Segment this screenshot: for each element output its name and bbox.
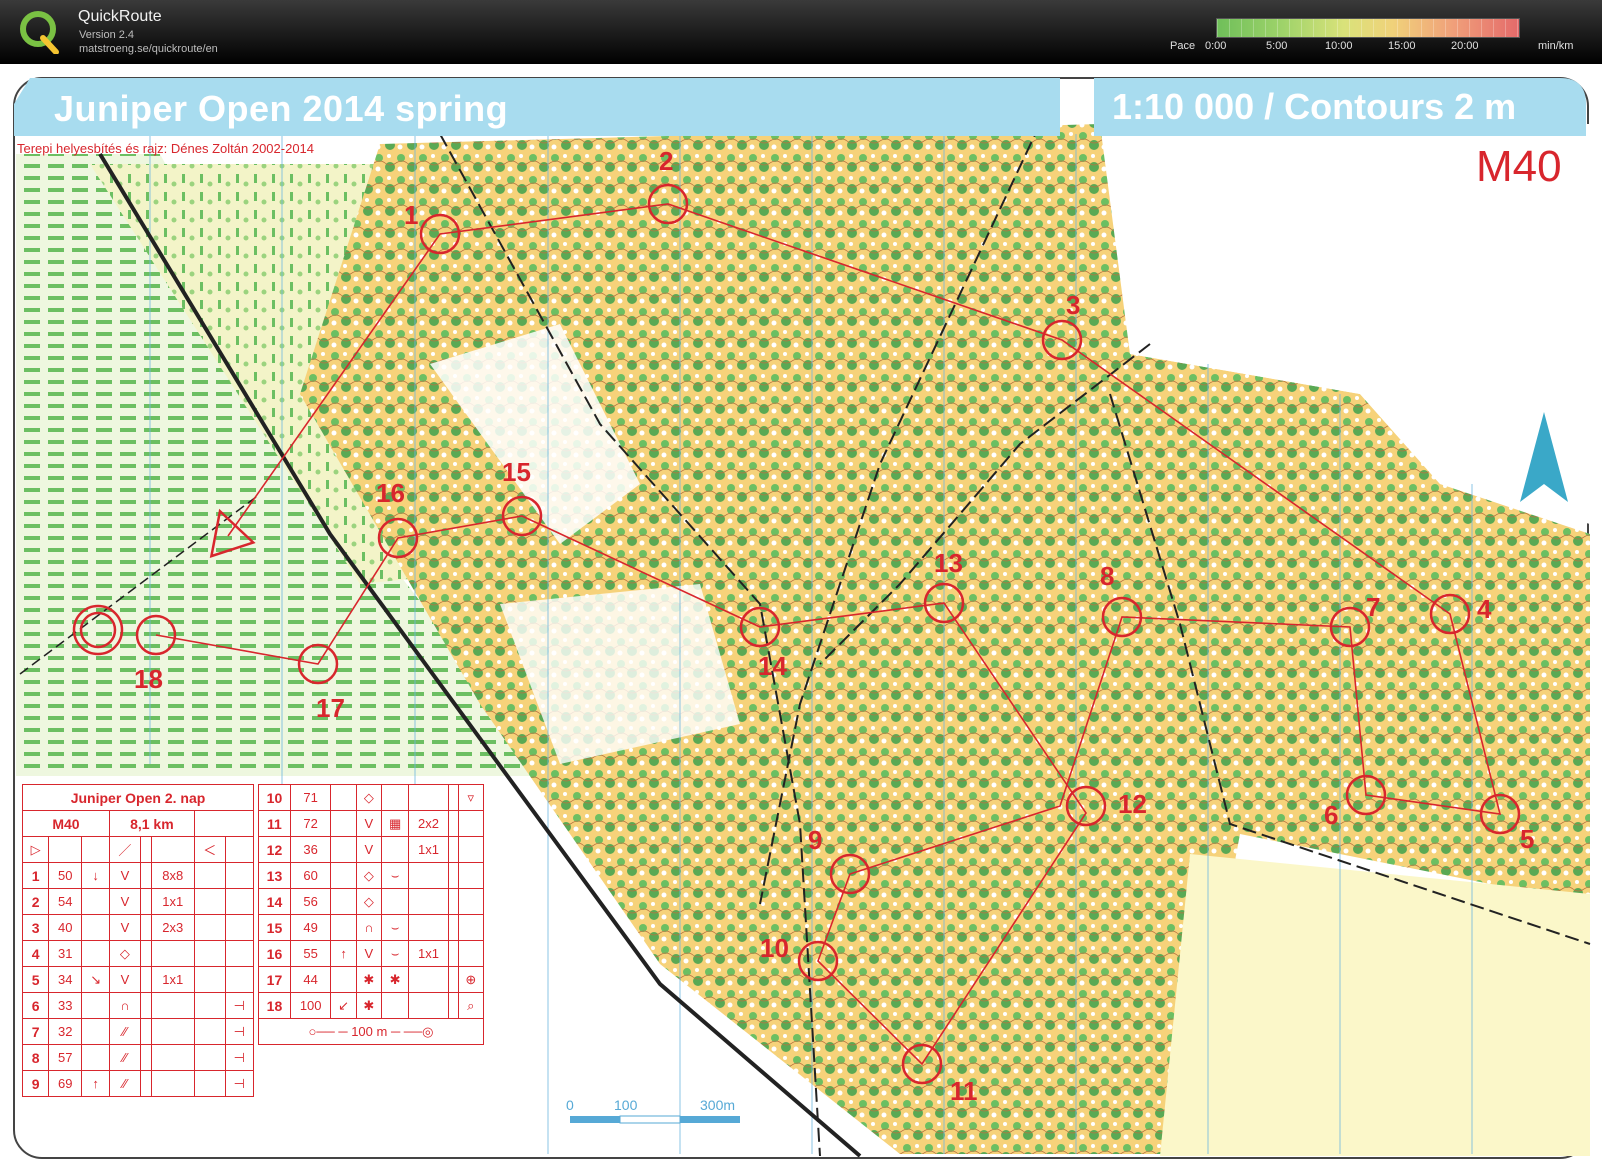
control-number[interactable]: 6 — [1324, 800, 1338, 831]
description-row: 2 54 V 1x1 — [21, 888, 255, 915]
app-version: Version 2.4 — [79, 29, 135, 41]
pace-label: Pace — [1170, 40, 1196, 52]
description-row: 5 34 ↘ V 1x1 — [21, 966, 255, 993]
control-number[interactable]: 14 — [758, 651, 787, 682]
scale-bar — [570, 1115, 740, 1124]
description-row: 9 69 ↑ ⁄⁄ ⊣ — [21, 1070, 255, 1097]
description-row: 6 33 ∩ ⊣ — [21, 992, 255, 1019]
scalebar-label: 100 — [614, 1097, 638, 1113]
description-row: 4 31 ◇ — [21, 940, 255, 967]
description-row: 7 32 ⁄⁄ ⊣ — [21, 1018, 255, 1045]
app-title: QuickRoute — [78, 8, 162, 25]
finish-distance: 100 m — [351, 1023, 388, 1039]
control-description-table: 10 71 ◇ ▿ 11 72 V ▦ 2x2 12 36 V 1x1 13 60 ◇ ⌣ 14 56 ◇ 1… — [258, 784, 485, 1045]
quickroute-logo-icon — [20, 11, 59, 54]
description-row: 18 100 ↙ ✱ ⌕ — [258, 992, 485, 1019]
scalebar-label: 0 — [566, 1097, 574, 1113]
description-row: 8 57 ⁄⁄ ⊣ — [21, 1044, 255, 1071]
control-number[interactable]: 13 — [934, 548, 963, 579]
pace-tick: 15:00 — [1388, 40, 1416, 52]
control-number[interactable]: 18 — [134, 664, 163, 695]
description-row: 16 55 ↑ V ⌣ 1x1 — [258, 940, 485, 967]
description-length: 8,1 km — [108, 810, 195, 837]
description-row: 1 50 ↓ V 8x8 — [21, 862, 255, 889]
control-number[interactable]: 7 — [1366, 592, 1380, 623]
control-number[interactable]: 11 — [950, 1076, 978, 1107]
app-url[interactable]: matstroeng.se/quickroute/en — [79, 43, 218, 55]
description-row: 15 49 ∩ ⌣ — [258, 914, 485, 941]
control-number[interactable]: 15 — [502, 457, 531, 488]
pace-tick: 10:00 — [1325, 40, 1353, 52]
app-header: QuickRoute Version 2.4 matstroeng.se/qui… — [0, 0, 1602, 64]
control-number[interactable]: 17 — [316, 693, 345, 724]
description-class: M40 — [22, 810, 110, 837]
control-number[interactable]: 1 — [404, 200, 418, 231]
control-number[interactable]: 2 — [659, 146, 673, 177]
map-canvas[interactable]: Juniper Open 2014 spring 1:10 000 / Cont… — [0, 64, 1602, 1171]
control-number[interactable]: 5 — [1520, 824, 1534, 855]
course-class-label: M40 — [1476, 142, 1562, 191]
control-number[interactable]: 3 — [1066, 290, 1080, 321]
description-row: 17 44 ✱ ✱ ⊕ — [258, 966, 485, 993]
control-number[interactable]: 9 — [808, 825, 822, 856]
control-description-table: Juniper Open 2. nap M40 8,1 km ▷ ／＜ 1 50 ↓… — [21, 784, 255, 1097]
pace-color-scale[interactable] — [1216, 18, 1520, 38]
description-row: 11 72 V ▦ 2x2 — [258, 810, 485, 837]
description-event: Juniper Open 2. nap — [22, 784, 254, 811]
description-row: 14 56 ◇ — [258, 888, 485, 915]
map-credit: Terepi helyesbítés és rajz: Dénes Zoltán… — [17, 141, 315, 156]
start-symbol-icon: ▷ — [21, 836, 50, 863]
pace-unit: min/km — [1538, 40, 1574, 52]
control-number[interactable]: 16 — [376, 478, 405, 509]
map-title: Juniper Open 2014 spring — [54, 88, 509, 129]
finish-description: ○── ─ 100 m ─ ──◎ — [258, 1018, 484, 1045]
description-row: 3 40 V 2x3 — [21, 914, 255, 941]
pace-tick: 5:00 — [1266, 40, 1288, 52]
control-number[interactable]: 10 — [760, 933, 789, 964]
description-row: 12 36 V 1x1 — [258, 836, 485, 863]
description-row: 10 71 ◇ ▿ — [258, 784, 485, 811]
control-number[interactable]: 8 — [1100, 561, 1114, 592]
scalebar-label: 300m — [700, 1097, 736, 1113]
pace-tick: 20:00 — [1451, 40, 1479, 52]
description-row: 13 60 ◇ ⌣ — [258, 862, 485, 889]
map-scale-title: 1:10 000 / Contours 2 m — [1112, 86, 1517, 127]
pace-tick: 0:00 — [1205, 40, 1227, 52]
control-number[interactable]: 12 — [1118, 789, 1147, 820]
control-number[interactable]: 4 — [1477, 594, 1491, 625]
